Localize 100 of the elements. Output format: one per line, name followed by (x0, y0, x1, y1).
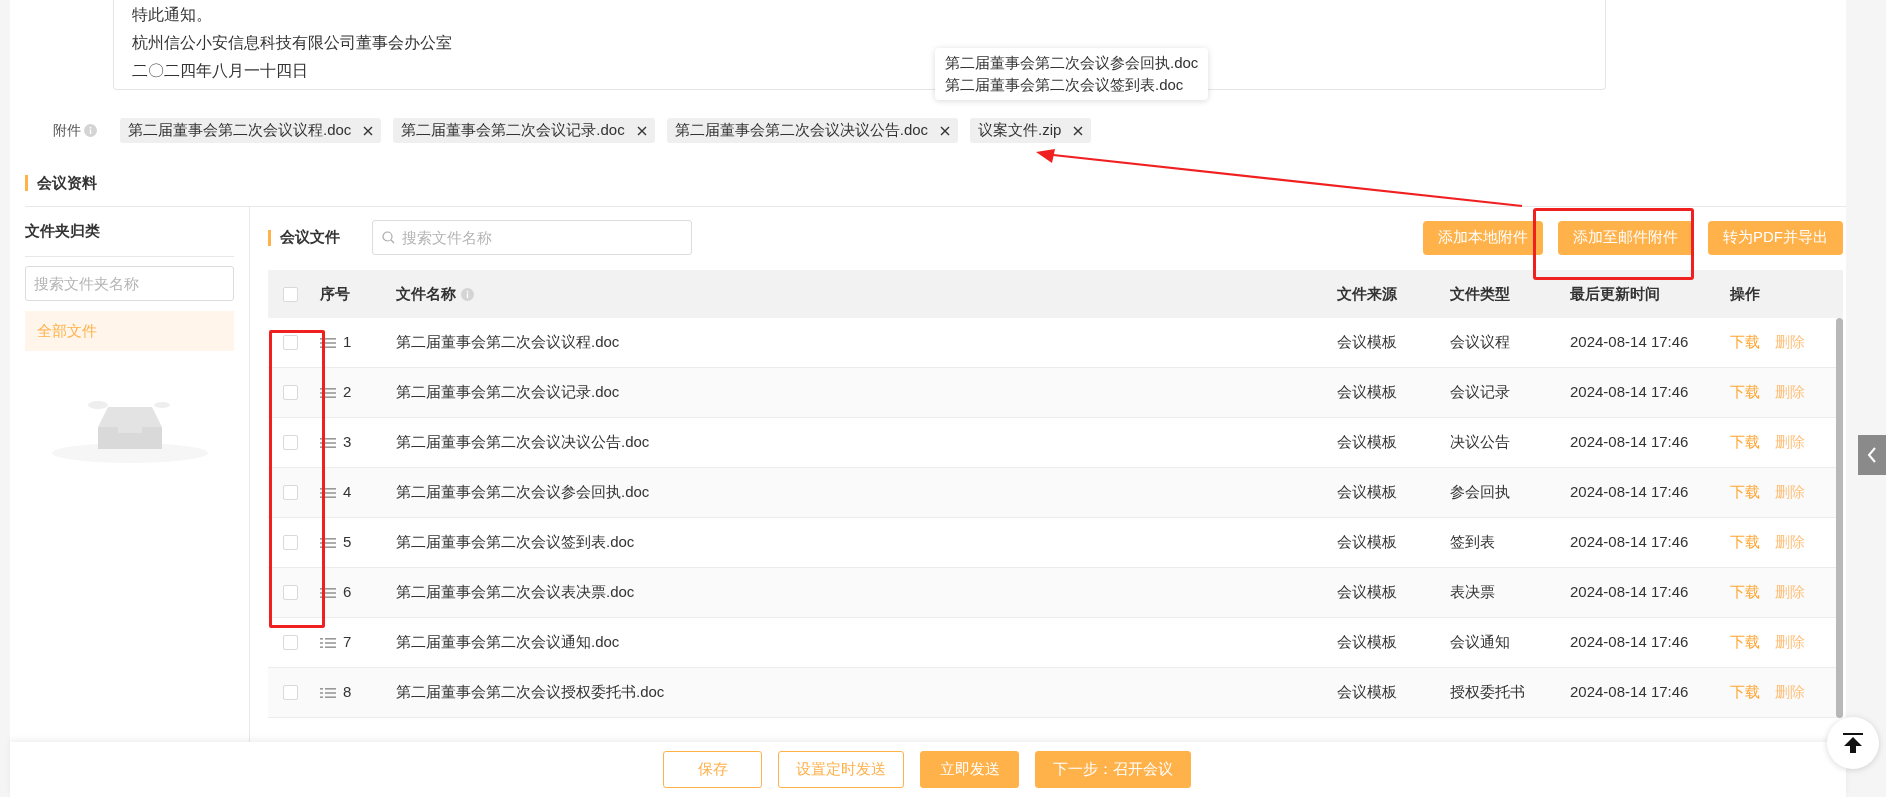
column-header: 操作 (1730, 283, 1760, 304)
source-cell-text: 会议模板 (1337, 332, 1398, 353)
checkbox[interactable] (283, 286, 298, 302)
attachment-name: 议案文件.zip (978, 120, 1062, 141)
type-cell-text: 授权委托书 (1450, 682, 1526, 703)
row-number: 8 (343, 682, 352, 703)
delete-link[interactable]: 删除 (1775, 431, 1805, 454)
checkbox[interactable] (283, 485, 298, 500)
time-cell-text: 2024-08-14 17:46 (1570, 582, 1690, 603)
footer-button[interactable]: 立即发送 (920, 751, 1019, 788)
type-cell-text: 会议议程 (1450, 332, 1511, 353)
footer-button[interactable]: 下一步：召开会议 (1035, 751, 1191, 788)
type-cell-text: 签到表 (1450, 532, 1496, 553)
checkbox[interactable] (283, 535, 298, 550)
checkbox[interactable] (283, 385, 298, 400)
time-cell-text: 2024-08-14 17:46 (1570, 682, 1690, 703)
checkbox[interactable] (283, 435, 298, 450)
file-name-cell-text: 第二届董事会第二次会议通知.doc (396, 632, 621, 653)
delete-link[interactable]: 删除 (1775, 331, 1805, 354)
back-to-top-button[interactable] (1827, 717, 1879, 769)
section-title: 会议资料 (37, 172, 97, 193)
folder-title: 文件夹归类 (25, 221, 101, 241)
close-icon[interactable] (940, 125, 951, 136)
drag-handle-icon[interactable] (320, 636, 336, 649)
checkbox[interactable] (283, 585, 298, 600)
file-name-cell-text: 第二届董事会第二次会议授权委托书.doc (396, 682, 666, 703)
footer-button[interactable]: 设置定时发送 (778, 751, 904, 788)
drag-handle-icon[interactable] (320, 586, 336, 599)
type-cell-text: 参会回执 (1450, 482, 1511, 503)
column-header: 序号 (320, 283, 350, 304)
delete-link[interactable]: 删除 (1775, 481, 1805, 504)
drag-handle-icon[interactable] (320, 486, 336, 499)
file-name-cell-text: 第二届董事会第二次会议表决票.doc (396, 582, 636, 603)
time-cell-text: 2024-08-14 17:46 (1570, 482, 1690, 503)
checkbox[interactable] (283, 635, 298, 650)
source-cell-text: 会议模板 (1337, 382, 1398, 403)
time-cell-text: 2024-08-14 17:46 (1570, 332, 1690, 353)
download-link[interactable]: 下载 (1730, 481, 1760, 504)
file-search-field[interactable]: 搜索文件名称 (372, 220, 692, 255)
action-button[interactable]: 添加本地附件 (1423, 220, 1543, 255)
delete-link[interactable]: 删除 (1775, 381, 1805, 404)
download-link[interactable]: 下载 (1730, 631, 1760, 654)
drag-handle-icon[interactable] (320, 536, 336, 549)
delete-link[interactable]: 删除 (1775, 631, 1805, 654)
files-title: 会议文件 (280, 227, 341, 248)
delete-link[interactable]: 删除 (1775, 681, 1805, 704)
notice-line: 特此通知。 (132, 5, 212, 25)
tooltip-line: 第二届董事会第二次会议签到表.doc (945, 75, 1185, 95)
time-cell-text: 2024-08-14 17:46 (1570, 632, 1690, 653)
time-cell-text: 2024-08-14 17:46 (1570, 432, 1690, 453)
delete-link[interactable]: 删除 (1775, 531, 1805, 554)
accent-bar (268, 229, 271, 246)
close-icon[interactable] (363, 125, 374, 136)
time-cell-text: 2024-08-14 17:46 (1570, 532, 1690, 553)
folder-search-field[interactable]: 搜索文件夹名称 (25, 266, 234, 301)
attachment-name: 第二届董事会第二次会议记录.doc (401, 120, 625, 141)
download-link[interactable]: 下载 (1730, 431, 1760, 454)
download-link[interactable]: 下载 (1730, 581, 1760, 604)
drag-handle-icon[interactable] (320, 336, 336, 349)
close-icon[interactable] (1073, 125, 1084, 136)
action-button[interactable]: 添加至邮件附件 (1558, 220, 1693, 255)
file-name-cell-text: 第二届董事会第二次会议签到表.doc (396, 532, 636, 553)
time-cell-text: 2024-08-14 17:46 (1570, 382, 1690, 403)
type-cell-text: 会议通知 (1450, 632, 1511, 653)
source-cell-text: 会议模板 (1337, 582, 1398, 603)
drag-handle-icon[interactable] (320, 386, 336, 399)
info-icon (461, 287, 474, 301)
type-cell-text: 决议公告 (1450, 432, 1511, 453)
row-number: 7 (343, 632, 352, 653)
download-link[interactable]: 下载 (1730, 681, 1760, 704)
footer-button[interactable]: 保存 (663, 751, 762, 788)
checkbox[interactable] (283, 335, 298, 350)
drag-handle-icon[interactable] (320, 436, 336, 449)
column-header: 最后更新时间 (1570, 283, 1660, 304)
file-name-cell-text: 第二届董事会第二次会议议程.doc (396, 332, 621, 353)
column-header: 文件类型 (1450, 283, 1510, 304)
download-link[interactable]: 下载 (1730, 531, 1760, 554)
action-button[interactable]: 转为PDF并导出 (1708, 220, 1843, 255)
file-name-cell-text: 第二届董事会第二次会议记录.doc (396, 382, 621, 403)
download-link[interactable]: 下载 (1730, 381, 1760, 404)
scrollbar[interactable] (1836, 318, 1843, 718)
row-number: 6 (343, 582, 352, 603)
row-number: 2 (343, 382, 352, 403)
drag-handle-icon[interactable] (320, 686, 336, 699)
arrow-up-icon (1842, 732, 1864, 754)
info-icon (84, 124, 97, 137)
source-cell-text: 会议模板 (1337, 482, 1398, 503)
attachment-name: 第二届董事会第二次会议议程.doc (128, 120, 352, 141)
source-cell-text: 会议模板 (1337, 632, 1398, 653)
close-icon[interactable] (636, 125, 647, 136)
tooltip-line: 第二届董事会第二次会议参会回执.doc (945, 53, 1199, 73)
checkbox[interactable] (283, 685, 298, 700)
folder-item[interactable]: 全部文件 (25, 311, 234, 351)
download-link[interactable]: 下载 (1730, 331, 1760, 354)
column-header: 文件来源 (1337, 283, 1397, 304)
type-cell-text: 会议记录 (1450, 382, 1511, 403)
source-cell-text: 会议模板 (1337, 682, 1398, 703)
delete-link[interactable]: 删除 (1775, 581, 1805, 604)
attachment-name: 第二届董事会第二次会议决议公告.doc (674, 120, 929, 141)
side-collapse-tab[interactable] (1858, 435, 1886, 475)
